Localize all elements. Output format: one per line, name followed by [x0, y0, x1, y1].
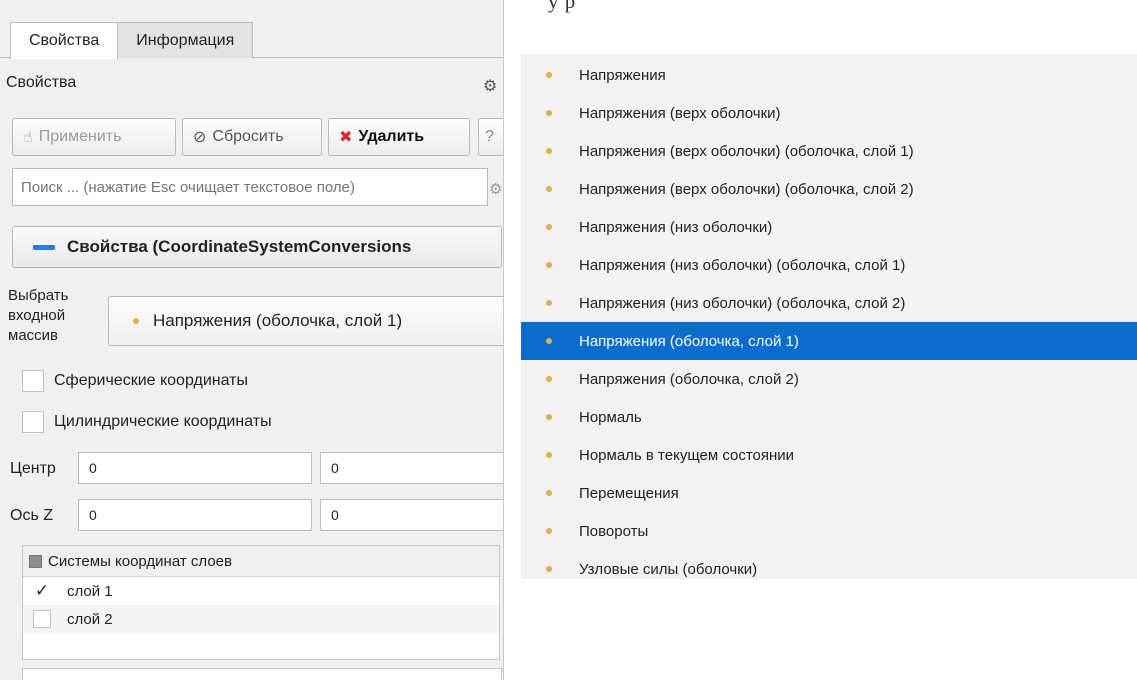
layer-row-1[interactable]: ✓ слой 1 — [23, 577, 499, 605]
dropdown-item[interactable]: Напряжения (верх оболочки) (оболочка, сл… — [521, 132, 1137, 170]
spherical-option[interactable]: Сферические координаты — [22, 370, 248, 392]
dropdown-item-label: Нормаль — [579, 408, 642, 426]
reset-button[interactable]: ⊘ Сбросить — [182, 118, 322, 156]
dropdown-item[interactable]: Напряжения (низ оболочки) — [521, 208, 1137, 246]
axis-z-x-input[interactable]: 0 — [78, 499, 312, 531]
input-array-value: Напряжения (оболочка, слой 1) — [153, 311, 403, 330]
check-icon[interactable]: ✓ — [33, 582, 51, 600]
cylindrical-option[interactable]: Цилиндрические координаты — [22, 411, 272, 433]
center-y-input[interactable]: 0 — [320, 452, 503, 484]
bullet-icon — [546, 72, 552, 78]
dropdown-item[interactable]: Повороты — [521, 512, 1137, 550]
bullet-icon — [546, 566, 552, 572]
axis-z-y-input[interactable]: 0 — [320, 499, 503, 531]
caption-fragment: у р — [548, 0, 576, 13]
bullet-icon — [546, 148, 552, 154]
bullet-icon — [546, 528, 552, 534]
bullet-icon — [546, 300, 552, 306]
delete-label: Удалить — [358, 128, 425, 145]
dropdown-item-label: Перемещения — [579, 484, 679, 502]
input-array-select[interactable]: Напряжения (оболочка, слой 1) — [108, 296, 503, 346]
help-button[interactable]: ? — [478, 118, 503, 156]
settings-icon[interactable]: ⚙ — [483, 76, 503, 95]
dropdown-item[interactable]: Напряжения — [521, 56, 1137, 94]
dropdown-item-label: Узловые силы (оболочки) — [579, 560, 758, 578]
layer-label: слой 1 — [67, 582, 113, 600]
bullet-icon — [546, 414, 552, 420]
dropdown-item-label: Напряжения (низ оболочки) (оболочка, сло… — [579, 294, 906, 312]
dropdown-item[interactable]: Узловые силы (оболочки) — [521, 550, 1137, 588]
bullet-icon — [546, 452, 552, 458]
delete-icon: ✖ — [339, 129, 353, 146]
input-array-label: Выбрать входной массив — [8, 286, 68, 346]
dropdown-item[interactable]: Напряжения (оболочка, слой 2) — [521, 360, 1137, 398]
bullet-icon — [546, 338, 552, 344]
axis-z-label: Ось Z — [10, 507, 53, 524]
reset-label: Сбросить — [212, 128, 284, 145]
spherical-checkbox[interactable] — [22, 370, 44, 392]
dropdown-item[interactable]: Напряжения (низ оболочки) (оболочка, сло… — [521, 284, 1137, 322]
reset-icon: ⊘ — [193, 129, 207, 146]
center-label: Центр — [10, 460, 56, 477]
spherical-label: Сферические координаты — [54, 372, 248, 389]
delete-button[interactable]: ✖ Удалить — [328, 118, 470, 156]
dropdown-item-label: Напряжения (верх оболочки) — [579, 104, 781, 122]
dropdown-item-label: Напряжения (низ оболочки) (оболочка, сло… — [579, 256, 906, 274]
dropdown-item-label: Напряжения (низ оболочки) — [579, 218, 773, 236]
dropdown-item-label: Напряжения (оболочка, слой 1) — [579, 332, 799, 350]
properties-panel: Свойства Информация Свойства ⚙ ☝ Примени… — [0, 0, 504, 680]
center-x-input[interactable]: 0 — [78, 452, 312, 484]
layers-list: Системы координат слоев ✓ слой 1 слой 2 — [22, 545, 500, 660]
next-group-edge — [22, 668, 502, 680]
dropdown-item[interactable]: Напряжения (верх оболочки) (оболочка, сл… — [521, 170, 1137, 208]
cylindrical-label: Цилиндрические координаты — [54, 413, 272, 430]
dropdown-item[interactable]: Напряжения (оболочка, слой 1) — [521, 322, 1137, 360]
bullet-icon — [133, 318, 139, 324]
dropdown-item[interactable]: Напряжения (низ оболочки) (оболочка, сло… — [521, 246, 1137, 284]
dropdown-item-label: Напряжения (верх оболочки) (оболочка, сл… — [579, 142, 914, 160]
dropdown-item[interactable]: Нормаль в текущем состоянии — [521, 436, 1137, 474]
layer-row-2[interactable]: слой 2 — [23, 605, 499, 633]
bullet-icon — [546, 376, 552, 382]
apply-label: Применить — [38, 128, 122, 145]
search-input[interactable] — [12, 168, 488, 206]
cylindrical-checkbox[interactable] — [22, 411, 44, 433]
layer-label: слой 2 — [67, 610, 113, 628]
bullet-icon — [546, 186, 552, 192]
apply-icon: ☝ — [23, 129, 33, 146]
dropdown-item-label: Напряжения (оболочка, слой 2) — [579, 370, 799, 388]
tab-information[interactable]: Информация — [117, 22, 254, 58]
layer-checkbox[interactable] — [33, 610, 51, 628]
bullet-icon — [546, 262, 552, 268]
dropdown-item[interactable]: Напряжения (верх оболочки) — [521, 94, 1137, 132]
input-array-label-line3: массив — [8, 327, 59, 344]
dropdown-item-label: Напряжения (верх оболочки) (оболочка, сл… — [579, 180, 914, 198]
dropdown-item-label: Повороты — [579, 522, 649, 540]
tab-properties[interactable]: Свойства — [10, 22, 119, 59]
layers-header[interactable]: Системы координат слоев — [23, 546, 499, 577]
apply-button[interactable]: ☝ Применить — [12, 118, 176, 156]
input-array-label-line2: входной — [8, 307, 66, 324]
bullet-icon — [546, 224, 552, 230]
array-dropdown-list: Напряжения Напряжения (верх оболочки) Напр… — [521, 54, 1137, 579]
dropdown-item-label: Напряжения — [579, 66, 666, 84]
layers-header-label: Системы координат слоев — [48, 552, 232, 570]
partial-check-icon[interactable] — [29, 554, 42, 568]
bullet-icon — [546, 110, 552, 116]
search-settings-icon[interactable]: ⚙ — [489, 180, 502, 198]
bullet-icon — [546, 490, 552, 496]
tab-bar: Свойства Информация — [10, 22, 254, 59]
dropdown-item[interactable]: Перемещения — [521, 474, 1137, 512]
section-title: Свойства — [6, 74, 77, 91]
group-header[interactable]: Свойства (CoordinateSystemConversions — [12, 226, 502, 268]
input-array-label-line1: Выбрать — [8, 287, 69, 304]
collapse-icon — [33, 244, 55, 250]
group-header-label: Свойства (CoordinateSystemConversions — [67, 237, 412, 256]
dropdown-item-label: Нормаль в текущем состоянии — [579, 446, 795, 464]
help-icon: ? — [485, 128, 494, 145]
dropdown-item[interactable]: Нормаль — [521, 398, 1137, 436]
